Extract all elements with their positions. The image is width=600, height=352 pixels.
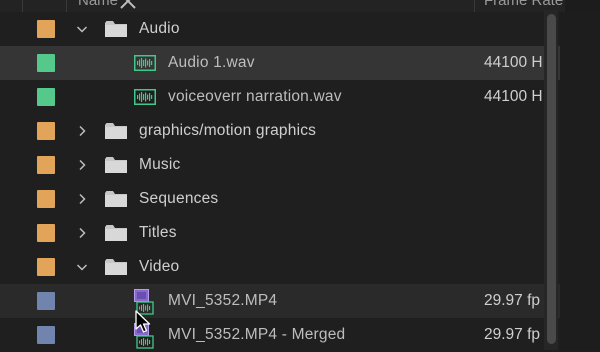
bin-name: Audio [139,20,180,37]
label-color-swatch[interactable] [37,156,55,174]
bin-row[interactable]: Sequences [0,182,560,216]
folder-icon [105,123,127,139]
clip-name: Audio 1.wav [168,54,255,71]
label-color-swatch[interactable] [37,258,55,276]
bin-name: Video [139,258,180,275]
folder-icon [105,225,127,241]
column-divider [66,0,67,12]
sort-arrow-icon[interactable] [119,0,137,10]
bin-row[interactable]: Titles [0,216,560,250]
label-color-swatch[interactable] [37,224,55,242]
mouse-cursor-icon [135,310,151,333]
label-color-swatch[interactable] [37,190,55,208]
clip-row[interactable]: voiceoverr narration.wav 44100 H [0,80,560,114]
bin-row[interactable]: Audio [0,12,560,46]
chevron-right-icon[interactable] [76,227,88,239]
frame-rate-column-header[interactable]: Frame Rate [484,0,563,9]
name-column-header[interactable]: Name [78,0,118,9]
clip-row[interactable]: Audio 1.wav 44100 H [0,46,560,80]
scrollbar-thumb[interactable] [547,14,556,344]
bin-name: Sequences [139,190,219,207]
chevron-down-icon[interactable] [76,23,88,35]
bin-name: Titles [139,224,177,241]
column-divider [22,0,23,12]
bin-row[interactable]: Video [0,250,560,284]
bin-name: graphics/motion graphics [139,122,317,139]
panel-edge [560,12,600,350]
frame-rate-cell: 29.97 fp [484,292,541,309]
frame-rate-cell: 29.97 fp [484,326,541,343]
folder-icon [105,259,127,275]
clip-name: MVI_5352.MP4 [168,292,278,309]
clip-row[interactable]: MVI_5352.MP4 - Merged 29.97 fp [0,318,560,352]
audio-clip-icon [134,55,156,71]
label-color-swatch[interactable] [37,54,55,72]
label-color-swatch[interactable] [37,326,55,344]
label-color-swatch[interactable] [37,88,55,106]
label-color-swatch[interactable] [37,292,55,310]
clip-name: MVI_5352.MP4 - Merged [168,326,346,343]
clip-name: voiceoverr narration.wav [168,88,342,105]
audio-clip-icon [134,89,156,105]
folder-icon [105,191,127,207]
column-header: Name Frame Rate [0,0,600,12]
clip-row[interactable]: MVI_5352.MP4 29.97 fp [0,284,560,318]
bin-row[interactable]: Music [0,148,560,182]
bin-name: Music [139,156,181,173]
chevron-right-icon[interactable] [76,125,88,137]
chevron-down-icon[interactable] [76,261,88,273]
chevron-right-icon[interactable] [76,159,88,171]
label-color-swatch[interactable] [37,20,55,38]
column-divider [474,0,475,12]
label-color-swatch[interactable] [37,122,55,140]
folder-icon [105,21,127,37]
folder-icon [105,157,127,173]
frame-rate-cell: 44100 H [484,88,543,105]
bin-row[interactable]: graphics/motion graphics [0,114,560,148]
header-corner [565,0,600,12]
chevron-right-icon[interactable] [76,193,88,205]
frame-rate-cell: 44100 H [484,54,543,71]
